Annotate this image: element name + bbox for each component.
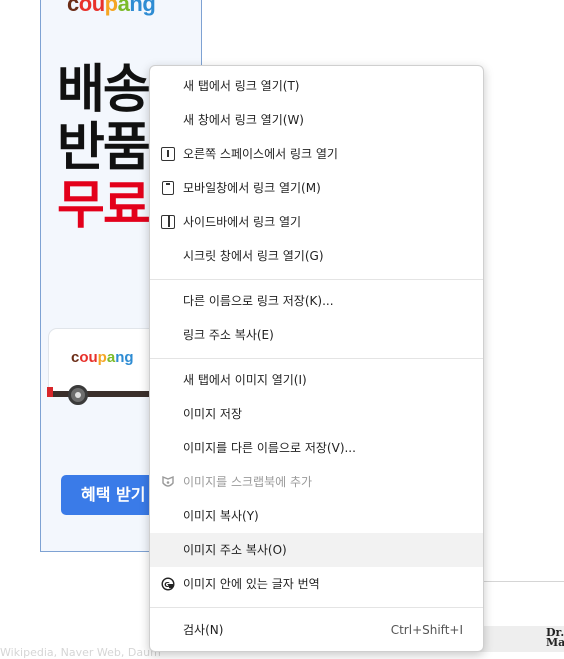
menu-save-link-as[interactable]: 다른 이름으로 링크 저장(K)... (150, 284, 483, 318)
menu-item-label: 오른쪽 스페이스에서 링크 열기 (183, 147, 338, 161)
menu-item-label: 새 탭에서 링크 열기(T) (183, 79, 300, 93)
coupang-logo-truck: coupang (71, 349, 134, 366)
truck-wheel-icon (68, 385, 88, 405)
menu-item-label: 이미지를 다른 이름으로 저장(V)... (183, 441, 356, 455)
menu-open-link-new-window[interactable]: 새 창에서 링크 열기(W) (150, 103, 483, 137)
menu-save-image[interactable]: 이미지 저장 (150, 397, 483, 431)
menu-add-image-scrapbook[interactable]: 이미지를 스크랩북에 추가 (150, 465, 483, 499)
menu-separator (150, 279, 483, 280)
menu-item-label: 이미지 안에 있는 글자 번역 (183, 577, 320, 591)
menu-translate-image-text[interactable]: G 이미지 안에 있는 글자 번역 (150, 567, 483, 601)
divider (480, 581, 564, 582)
menu-item-label: 다른 이름으로 링크 저장(K)... (183, 294, 334, 308)
menu-item-label: 새 창에서 링크 열기(W) (183, 113, 304, 127)
menu-open-link-mobile[interactable]: 모바일창에서 링크 열기(M) (150, 171, 483, 205)
menu-open-link-new-tab[interactable]: 새 탭에서 링크 열기(T) (150, 69, 483, 103)
menu-open-link-incognito[interactable]: 시크릿 창에서 링크 열기(G) (150, 239, 483, 273)
menu-copy-image[interactable]: 이미지 복사(Y) (150, 499, 483, 533)
menu-item-label: 새 탭에서 이미지 열기(I) (183, 373, 307, 387)
menu-item-label: 이미지 저장 (183, 407, 243, 421)
menu-open-link-right-space[interactable]: 오른쪽 스페이스에서 링크 열기 (150, 137, 483, 171)
split-pane-icon (161, 147, 175, 161)
menu-separator (150, 358, 483, 359)
menu-item-label: 이미지를 스크랩북에 추가 (183, 475, 313, 489)
menu-open-link-sidebar[interactable]: 사이드바에서 링크 열기 (150, 205, 483, 239)
side-thumbnail-text: Dr. Ma (546, 626, 564, 649)
menu-item-label: 이미지 복사(Y) (183, 509, 259, 523)
menu-copy-image-address[interactable]: 이미지 주소 복사(O) (150, 533, 483, 567)
coupang-logo-top: coupang (67, 0, 156, 16)
translate-icon: G (161, 577, 175, 591)
truck-taillight (47, 387, 53, 397)
inspect-shortcut: Ctrl+Shift+I (390, 623, 463, 637)
mobile-icon (162, 181, 174, 195)
menu-item-label: 검사(N) (183, 623, 224, 637)
menu-item-label: 이미지 주소 복사(O) (183, 543, 287, 557)
menu-item-label: 사이드바에서 링크 열기 (183, 215, 302, 229)
background-footer-text: Wikipedia, Naver Web, Daum (0, 646, 161, 659)
menu-open-image-new-tab[interactable]: 새 탭에서 이미지 열기(I) (150, 363, 483, 397)
menu-item-label: 링크 주소 복사(E) (183, 328, 274, 342)
truck-illustration: coupang (49, 329, 149, 391)
menu-item-label: 시크릿 창에서 링크 열기(G) (183, 249, 324, 263)
sidebar-icon (161, 215, 175, 229)
menu-separator (150, 607, 483, 608)
menu-inspect[interactable]: 검사(N) Ctrl+Shift+I (150, 613, 483, 647)
menu-save-image-as[interactable]: 이미지를 다른 이름으로 저장(V)... (150, 431, 483, 465)
scrapbook-icon (162, 475, 174, 487)
menu-item-label: 모바일창에서 링크 열기(M) (183, 181, 321, 195)
context-menu: 새 탭에서 링크 열기(T) 새 창에서 링크 열기(W) 오른쪽 스페이스에서… (149, 65, 484, 652)
menu-copy-link-address[interactable]: 링크 주소 복사(E) (150, 318, 483, 352)
